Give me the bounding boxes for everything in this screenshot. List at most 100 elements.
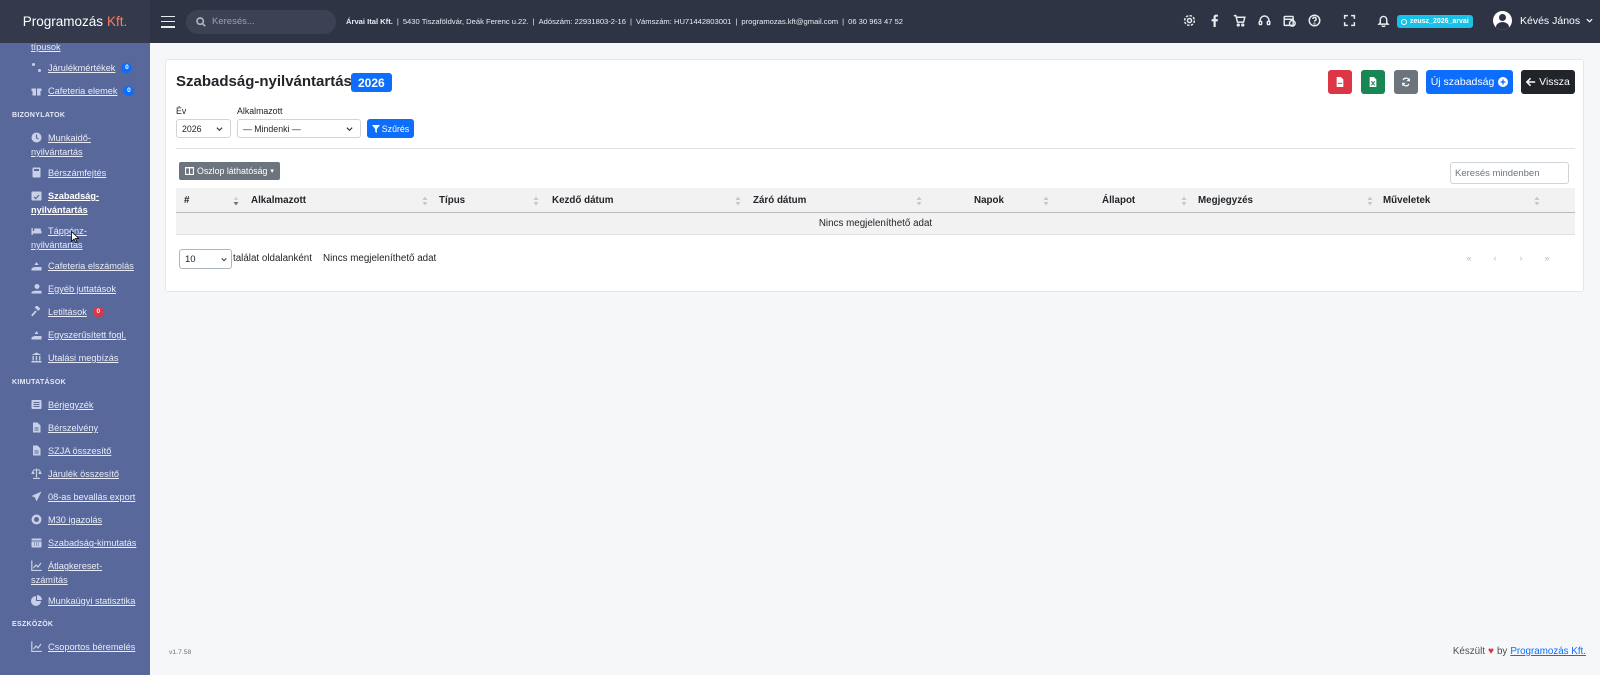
first-page-button[interactable]: « — [1456, 253, 1482, 263]
footer: v1.7.58 Készült ♥ by Programozás Kft. — [150, 632, 1600, 675]
user-menu[interactable]: Kévés János — [1493, 11, 1593, 30]
sort-icon[interactable] — [233, 196, 239, 206]
sidebar-item[interactable]: Cafeteria elszámolás — [0, 259, 150, 273]
sidebar-item[interactable]: Bérszámfejtés — [0, 166, 150, 180]
sidebar-item[interactable]: Szabadság-nyilvántartás — [0, 189, 150, 217]
chevron-down-icon — [216, 127, 223, 132]
column-header[interactable]: Típus — [439, 188, 465, 213]
sort-icon[interactable] — [533, 196, 539, 206]
sidebar-item[interactable]: Munkaidő-nyilvántartás — [0, 131, 150, 159]
sort-icon[interactable] — [1043, 196, 1049, 206]
calendar-check-icon — [31, 191, 42, 201]
facebook-icon[interactable] — [1208, 14, 1221, 27]
column-header[interactable]: Alkalmazott — [251, 188, 306, 213]
sidebar-item[interactable]: M30 igazolás — [0, 513, 150, 527]
sidebar-item[interactable]: típusok — [0, 40, 150, 54]
calendar-icon — [31, 538, 42, 548]
topbar: Árvai Ital Kft.|5430 Tiszaföldvár, Deák … — [150, 0, 1600, 43]
filter-button[interactable]: Szűrés — [367, 119, 414, 138]
sidebar-item-label-line: számítás — [31, 575, 68, 585]
sidebar-heading: KIMUTATÁSOK — [12, 378, 66, 386]
table-empty-row: Nincs megjeleníthető adat — [176, 213, 1575, 235]
sidebar-item[interactable]: 08-as bevallás export — [0, 490, 150, 504]
tax-number: Adószám: 22931803-2-16 — [538, 17, 626, 26]
column-header[interactable]: Megjegyzés — [1198, 188, 1253, 213]
sidebar-item-label: Cafeteria elemek — [31, 84, 117, 98]
global-search[interactable] — [186, 9, 336, 34]
sort-icon[interactable] — [916, 196, 922, 206]
search-icon — [196, 16, 206, 27]
sidebar-item[interactable]: Járulékmértékek 0 — [0, 61, 150, 75]
sidebar-item-label-line: nyilvántartás — [31, 205, 88, 215]
export-excel-button[interactable] — [1361, 70, 1385, 94]
new-leave-button[interactable]: Új szabadság — [1426, 70, 1513, 94]
year-filter-label: Év — [176, 106, 187, 116]
column-header[interactable]: Kezdő dátum — [552, 188, 614, 213]
sidebar-item[interactable]: Átlagkereset-számítás — [0, 559, 150, 587]
list-icon — [31, 400, 42, 409]
sidebar-item-label: Cafeteria elszámolás — [31, 259, 134, 273]
next-page-button[interactable]: › — [1508, 253, 1534, 263]
back-button[interactable]: Vissza — [1521, 70, 1575, 94]
column-header[interactable]: Napok — [974, 188, 1004, 213]
sidebar-item[interactable]: Cafeteria elemek 0 — [0, 84, 150, 98]
sidebar-item-label: Munkaidő-nyilvántartás — [31, 131, 141, 159]
company-link[interactable]: Programozás Kft. — [1510, 646, 1586, 657]
sidebar-item-label-line: M30 igazolás — [48, 515, 103, 525]
menu-toggle-icon[interactable] — [161, 15, 175, 28]
refresh-icon — [1402, 77, 1410, 87]
prev-page-button[interactable]: ‹ — [1482, 253, 1508, 263]
brand-logo[interactable]: Programozás Kft. — [0, 0, 150, 43]
year-select[interactable]: 2026 — [176, 119, 231, 138]
refresh-button[interactable] — [1394, 70, 1418, 94]
sidebar-item[interactable]: Letiltások 0 — [0, 305, 150, 319]
help-icon[interactable] — [1308, 14, 1321, 27]
column-header[interactable]: Műveletek — [1383, 188, 1430, 213]
bell-icon[interactable] — [1377, 14, 1390, 27]
sidebar-item-label: Bérszámfejtés — [31, 166, 106, 180]
sidebar-item-label: SZJA összesítő — [31, 444, 111, 458]
sidebar-item[interactable]: Bérjegyzék — [0, 398, 150, 412]
heart-icon: ♥ — [1488, 646, 1494, 657]
sort-icon[interactable] — [1181, 196, 1187, 206]
sidebar-item-label: Utalási megbízás — [31, 351, 118, 365]
sidebar-item[interactable]: Bérszelvény — [0, 421, 150, 435]
main-card: Szabadság-nyilvántartás 2026 Új szabadsá… — [165, 59, 1584, 292]
sidebar-item[interactable]: Járulék összesítő — [0, 467, 150, 481]
sidebar-item[interactable]: Szabadság-kimutatás — [0, 536, 150, 550]
export-pdf-button[interactable] — [1328, 70, 1352, 94]
sort-icon[interactable] — [422, 196, 428, 206]
search-input[interactable] — [212, 16, 322, 27]
sidebar-item[interactable]: SZJA összesítő — [0, 444, 150, 458]
cart-icon[interactable] — [1233, 14, 1246, 27]
sidebar-item[interactable]: Egyszerűsített fogl. — [0, 328, 150, 342]
year-select-value: 2026 — [182, 123, 202, 134]
sidebar-item-label-line: SZJA összesítő — [48, 446, 112, 456]
last-page-button[interactable]: » — [1534, 253, 1560, 263]
page-size-select[interactable]: 10 — [179, 249, 232, 269]
certificate-icon — [31, 514, 42, 525]
sidebar-item[interactable]: Egyéb juttatások — [0, 282, 150, 296]
sort-icon[interactable] — [1534, 196, 1540, 206]
sort-icon[interactable] — [735, 196, 741, 206]
sort-icon[interactable] — [1367, 196, 1373, 206]
headset-icon[interactable] — [1258, 14, 1271, 27]
employee-select[interactable]: — Mindenki — — [237, 119, 361, 138]
table-header: # Alkalmazott Típus Kezdő dátum Záró dátum Na… — [176, 188, 1575, 213]
sidebar-item[interactable]: Munkaügyi statisztika — [0, 594, 150, 608]
column-header[interactable]: Záró dátum — [753, 188, 806, 213]
column-visibility-button[interactable]: Oszlop láthatóság ▾ — [179, 162, 280, 180]
sidebar-item[interactable]: Utalási megbízás — [0, 351, 150, 365]
leave-table: # Alkalmazott Típus Kezdő dátum Záró dátum Na… — [176, 188, 1575, 235]
fullscreen-icon[interactable] — [1343, 14, 1356, 27]
chart-line-icon — [31, 560, 42, 571]
sidebar-item-label-line: Munkaügyi statisztika — [48, 596, 136, 606]
sidebar-item-label-line: Táppénz- — [48, 226, 87, 236]
gear-icon[interactable] — [1183, 14, 1196, 27]
table-search-input[interactable] — [1450, 162, 1569, 184]
column-header[interactable]: Állapot — [1102, 188, 1135, 213]
column-header[interactable]: # — [184, 188, 189, 213]
sidebar-item[interactable]: Csoportos béremelés — [0, 640, 150, 654]
company-email: programozas.kft@gmail.com — [741, 17, 839, 26]
calendar-clock-icon[interactable] — [1283, 14, 1296, 27]
